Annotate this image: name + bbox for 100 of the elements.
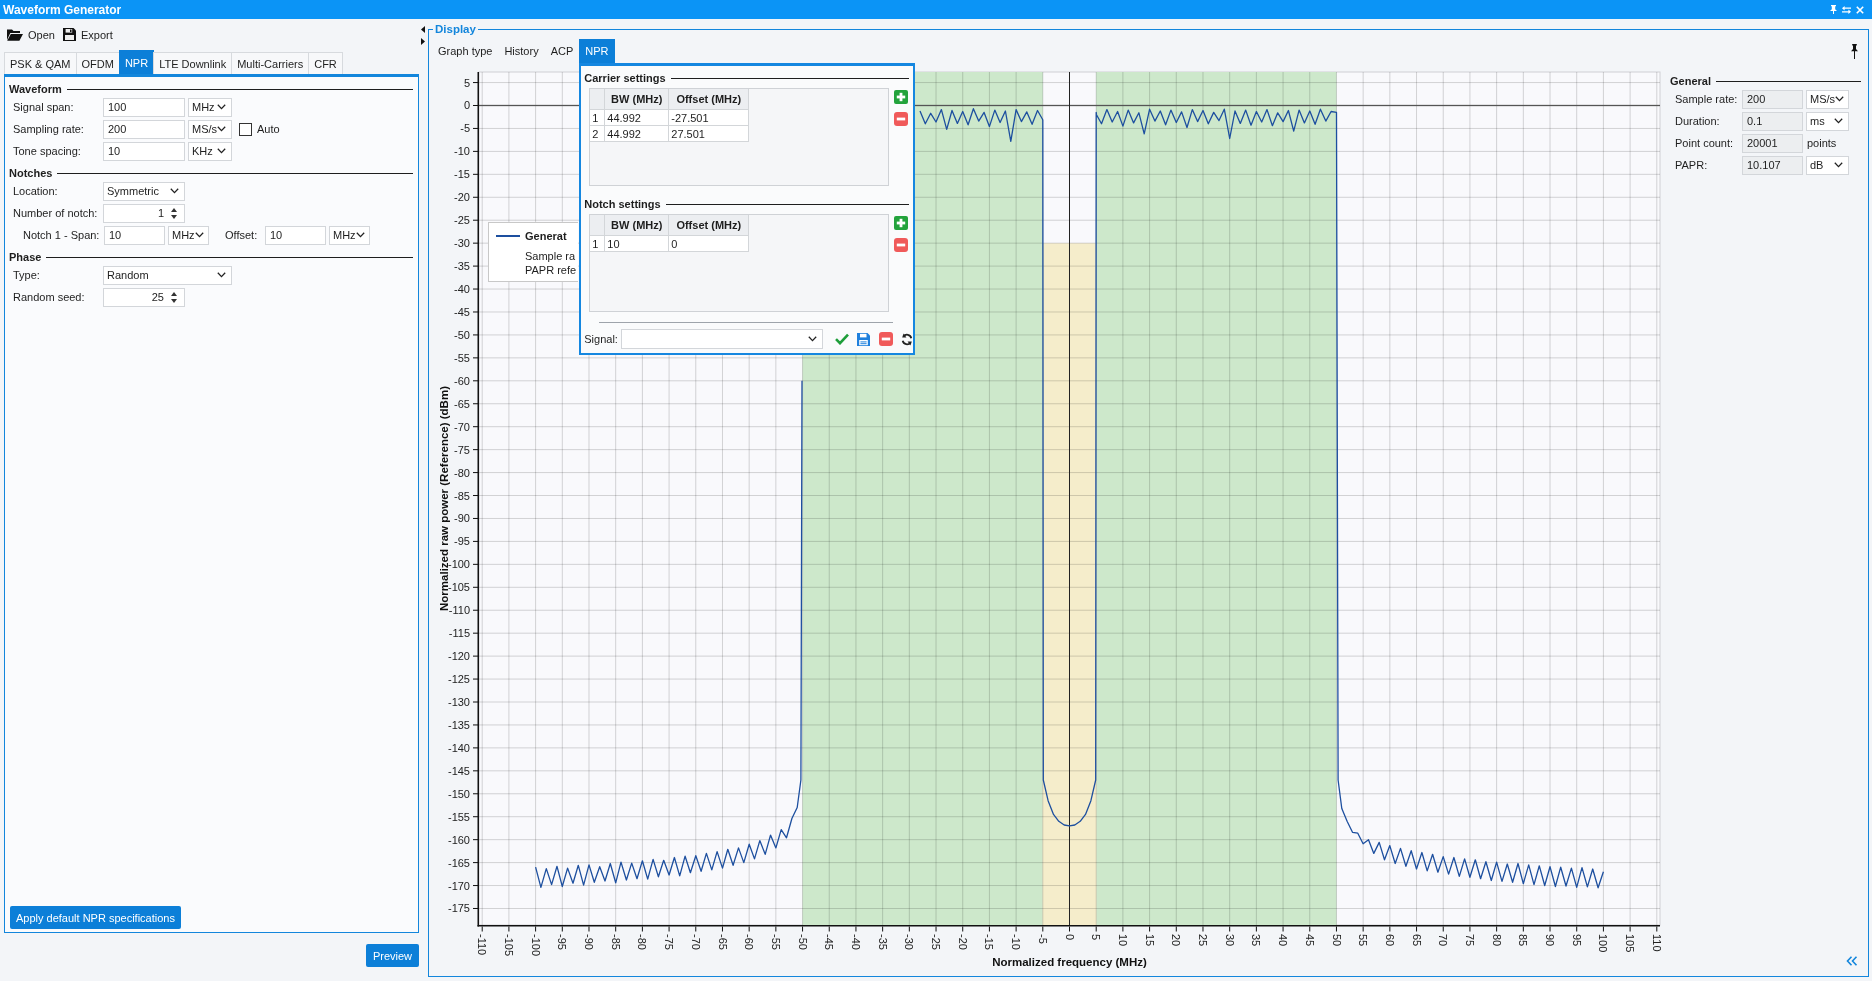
section-heading: Phase (9, 251, 42, 263)
minus-icon[interactable] (894, 112, 909, 126)
unit-dropdown[interactable]: MS/s (188, 119, 232, 139)
tab[interactable]: NPR (579, 39, 615, 63)
column-header[interactable]: BW (MHz) (605, 215, 670, 236)
input-field[interactable]: 10 (265, 225, 326, 245)
field-label: Type: (13, 269, 41, 281)
x-tick-label: -30 (903, 934, 916, 950)
toolbar-button[interactable]: Export (62, 28, 113, 41)
y-tick-label: -30 (454, 237, 470, 250)
y-tick-label: -75 (454, 443, 470, 456)
group-title: Display (434, 22, 477, 36)
unit-dropdown[interactable]: MHz (168, 225, 209, 245)
x-tick-label: 70 (1437, 934, 1450, 947)
checkbox[interactable] (239, 122, 252, 136)
preview-button[interactable]: Preview (365, 944, 419, 967)
table-cell[interactable]: 44.992 (605, 110, 670, 126)
x-tick-label: -110 (476, 934, 489, 956)
refresh-icon[interactable] (901, 332, 914, 346)
table-cell[interactable]: 44.992 (605, 126, 670, 142)
unit-dropdown[interactable]: ms (1806, 111, 1849, 131)
y-tick-label: -40 (454, 283, 470, 296)
readonly-field: 10.107 (1742, 155, 1803, 175)
x-tick-label: 95 (1570, 934, 1583, 947)
x-tick-label: -40 (849, 934, 862, 950)
readonly-field: 0.1 (1742, 111, 1803, 131)
unit-dropdown[interactable]: dB (1806, 155, 1849, 175)
tab[interactable]: History (498, 39, 545, 63)
input-field[interactable]: 100 (103, 97, 185, 117)
x-tick-label: -70 (689, 934, 702, 950)
y-tick-label: 5 (463, 76, 470, 89)
x-tick-label: -75 (663, 934, 676, 950)
tab[interactable]: NPR (118, 50, 155, 74)
spin-box[interactable]: 25 (103, 287, 185, 307)
chevron-down-icon (1834, 162, 1843, 168)
tab[interactable]: CFR (308, 52, 343, 74)
field-label: Duration: (1675, 115, 1721, 127)
plus-icon[interactable] (894, 90, 909, 104)
y-tick-label: -175 (447, 902, 470, 915)
spinner-arrows-icon[interactable] (171, 291, 177, 303)
check-icon[interactable] (835, 333, 850, 345)
x-tick-label: 30 (1223, 934, 1236, 947)
unit-dropdown[interactable]: MS/s (1806, 89, 1849, 109)
x-tick-label: -5 (1036, 934, 1049, 944)
table-cell[interactable]: 27.501 (669, 126, 750, 142)
field-label: Location: (13, 185, 59, 197)
double-chevron-left-icon[interactable] (1846, 956, 1858, 966)
y-tick-label: -100 (447, 558, 470, 571)
close-icon[interactable] (1856, 5, 1864, 14)
unit-label: points (1807, 137, 1837, 149)
tab[interactable]: Multi-Carriers (231, 52, 310, 74)
table-cell[interactable]: 10 (605, 236, 670, 252)
minus-icon[interactable] (894, 238, 909, 252)
plus-icon[interactable] (894, 216, 909, 230)
y-tick-label: -105 (447, 581, 470, 594)
dropdown[interactable]: Random (103, 265, 232, 285)
y-axis-title: Normalized raw power (Reference) (dBm) (438, 386, 450, 611)
y-tick-label: -45 (454, 306, 470, 318)
tab[interactable]: PSK & QAM (4, 52, 77, 74)
x-tick-label: 35 (1250, 934, 1263, 947)
unit-dropdown[interactable]: MHz (188, 97, 232, 117)
column-header[interactable]: Offset (MHz) (669, 89, 750, 110)
left-arrow-icon[interactable] (421, 26, 425, 33)
input-field[interactable]: 10 (104, 225, 165, 245)
tab[interactable]: OFDM (75, 52, 120, 74)
section-heading: Waveform (9, 83, 62, 95)
dropdown[interactable]: Symmetric (103, 181, 185, 201)
table-cell[interactable]: 0 (669, 236, 750, 252)
legend-line-icon (496, 235, 520, 237)
right-arrow-icon[interactable] (421, 38, 425, 45)
checkbox-label[interactable]: Auto (257, 123, 280, 135)
table-cell[interactable]: -27.501 (669, 110, 750, 126)
minus-icon[interactable] (879, 332, 894, 346)
spin-box[interactable]: 1 (103, 203, 185, 223)
double-arrow-icon[interactable] (1842, 5, 1851, 14)
spinner-arrows-icon[interactable] (171, 207, 177, 219)
pin-icon[interactable] (1851, 43, 1858, 59)
unit-dropdown[interactable]: KHz (188, 141, 232, 161)
x-tick-label: 65 (1410, 934, 1423, 947)
y-tick-label: -150 (447, 787, 470, 800)
tab[interactable]: Graph type (432, 39, 499, 63)
y-tick-label: -170 (447, 879, 470, 892)
x-tick-label: 80 (1490, 934, 1503, 947)
x-tick-label: -95 (556, 934, 569, 950)
y-tick-label: -140 (447, 741, 470, 754)
column-header[interactable]: BW (MHz) (605, 89, 670, 110)
input-field[interactable]: 200 (103, 119, 185, 139)
tab[interactable]: ACP (544, 39, 580, 63)
column-header[interactable]: Offset (MHz) (669, 215, 750, 236)
y-tick-label: -165 (447, 856, 470, 869)
y-tick-label: -55 (454, 351, 470, 364)
unit-dropdown[interactable]: MHz (329, 225, 370, 245)
apply-defaults-button[interactable]: Apply default NPR specifications (10, 906, 181, 929)
input-field[interactable]: 10 (103, 141, 185, 161)
y-tick-label: -95 (454, 535, 470, 548)
save-icon[interactable] (857, 332, 871, 346)
tab[interactable]: LTE Downlink (153, 52, 233, 74)
x-tick-label: -85 (609, 934, 622, 950)
window-title: Waveform Generator (3, 2, 122, 17)
toolbar-button[interactable]: Open (7, 28, 55, 41)
